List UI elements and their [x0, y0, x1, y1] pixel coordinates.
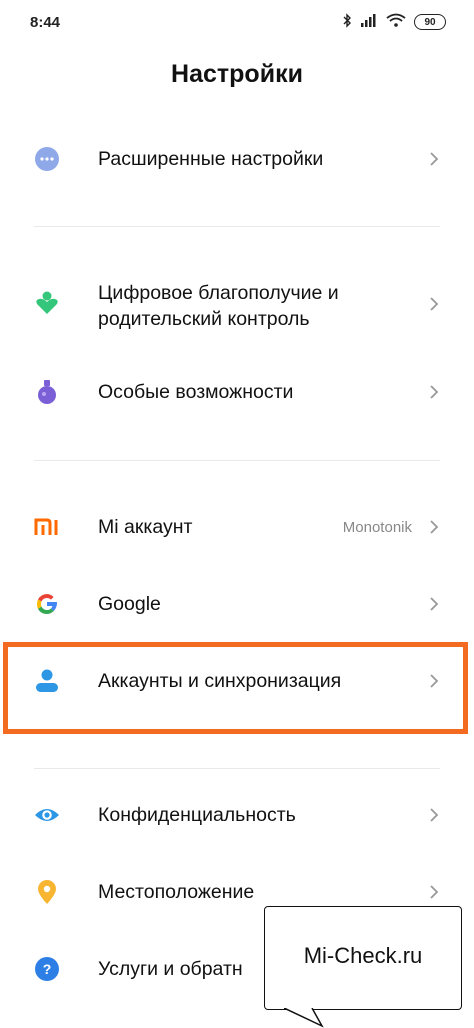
- settings-item-mi-account[interactable]: Mi аккаунт Monotonik: [0, 500, 474, 556]
- section-divider: [34, 226, 440, 227]
- settings-item-label: Местоположение: [98, 881, 255, 903]
- chevron-right-icon: [428, 385, 440, 399]
- battery-icon: 90: [414, 14, 446, 30]
- status-bar: 8:44 90: [0, 0, 474, 44]
- mi-logo-icon: [34, 514, 60, 540]
- settings-item-label: Google: [98, 593, 161, 615]
- chevron-right-icon: [428, 597, 440, 611]
- settings-item-label-line2: родительский контроль: [98, 308, 310, 330]
- section-divider: [34, 768, 440, 769]
- settings-item-label: Аккаунты и синхронизация: [98, 670, 342, 692]
- settings-item-accessibility[interactable]: Особые возможности: [0, 365, 474, 421]
- chevron-right-icon: [428, 520, 440, 534]
- watermark-callout: Mi-Check.ru: [264, 906, 462, 1010]
- status-icons: 90: [342, 12, 446, 32]
- chevron-right-icon: [428, 297, 440, 311]
- settings-item-label-line1: Цифровое благополучие и: [98, 282, 339, 304]
- chevron-right-icon: [428, 885, 440, 899]
- section-divider: [34, 460, 440, 461]
- help-question-icon: ?: [34, 956, 60, 982]
- settings-item-label: Особые возможности: [98, 381, 294, 403]
- google-logo-icon: [34, 591, 60, 617]
- chevron-right-icon: [428, 152, 440, 166]
- cellular-signal-icon: [360, 13, 378, 32]
- account-person-icon: [34, 668, 60, 694]
- watermark-text: Mi-Check.ru: [303, 943, 423, 968]
- svg-text:?: ?: [43, 961, 52, 977]
- mi-account-username: Monotonik: [342, 519, 412, 536]
- settings-item-label: Конфиденциальность: [98, 804, 296, 826]
- privacy-eye-icon: [34, 802, 60, 828]
- settings-item-label: Mi аккаунт: [98, 516, 193, 538]
- wifi-icon: [386, 13, 406, 32]
- page-title: Настройки: [171, 60, 303, 88]
- location-pin-icon: [34, 879, 60, 905]
- accessibility-flask-icon: [34, 379, 60, 405]
- settings-item-label: Расширенные настройки: [98, 148, 324, 170]
- chevron-right-icon: [428, 808, 440, 822]
- settings-item-google[interactable]: Google: [0, 577, 474, 633]
- digital-wellbeing-icon: [34, 290, 60, 316]
- callout-tail-icon: [284, 1008, 324, 1028]
- settings-item-privacy[interactable]: Конфиденциальность: [0, 788, 474, 844]
- settings-item-advanced[interactable]: Расширенные настройки: [0, 132, 474, 188]
- bluetooth-icon: [342, 13, 352, 31]
- status-time: 8:44: [30, 14, 61, 31]
- settings-item-digital-wellbeing[interactable]: Цифровое благополучие и родительский кон…: [0, 268, 474, 340]
- chevron-right-icon: [428, 674, 440, 688]
- settings-item-accounts-sync[interactable]: Аккаунты и синхронизация: [0, 654, 474, 710]
- more-dots-icon: [34, 146, 60, 172]
- settings-item-label: Услуги и обратн: [98, 958, 243, 980]
